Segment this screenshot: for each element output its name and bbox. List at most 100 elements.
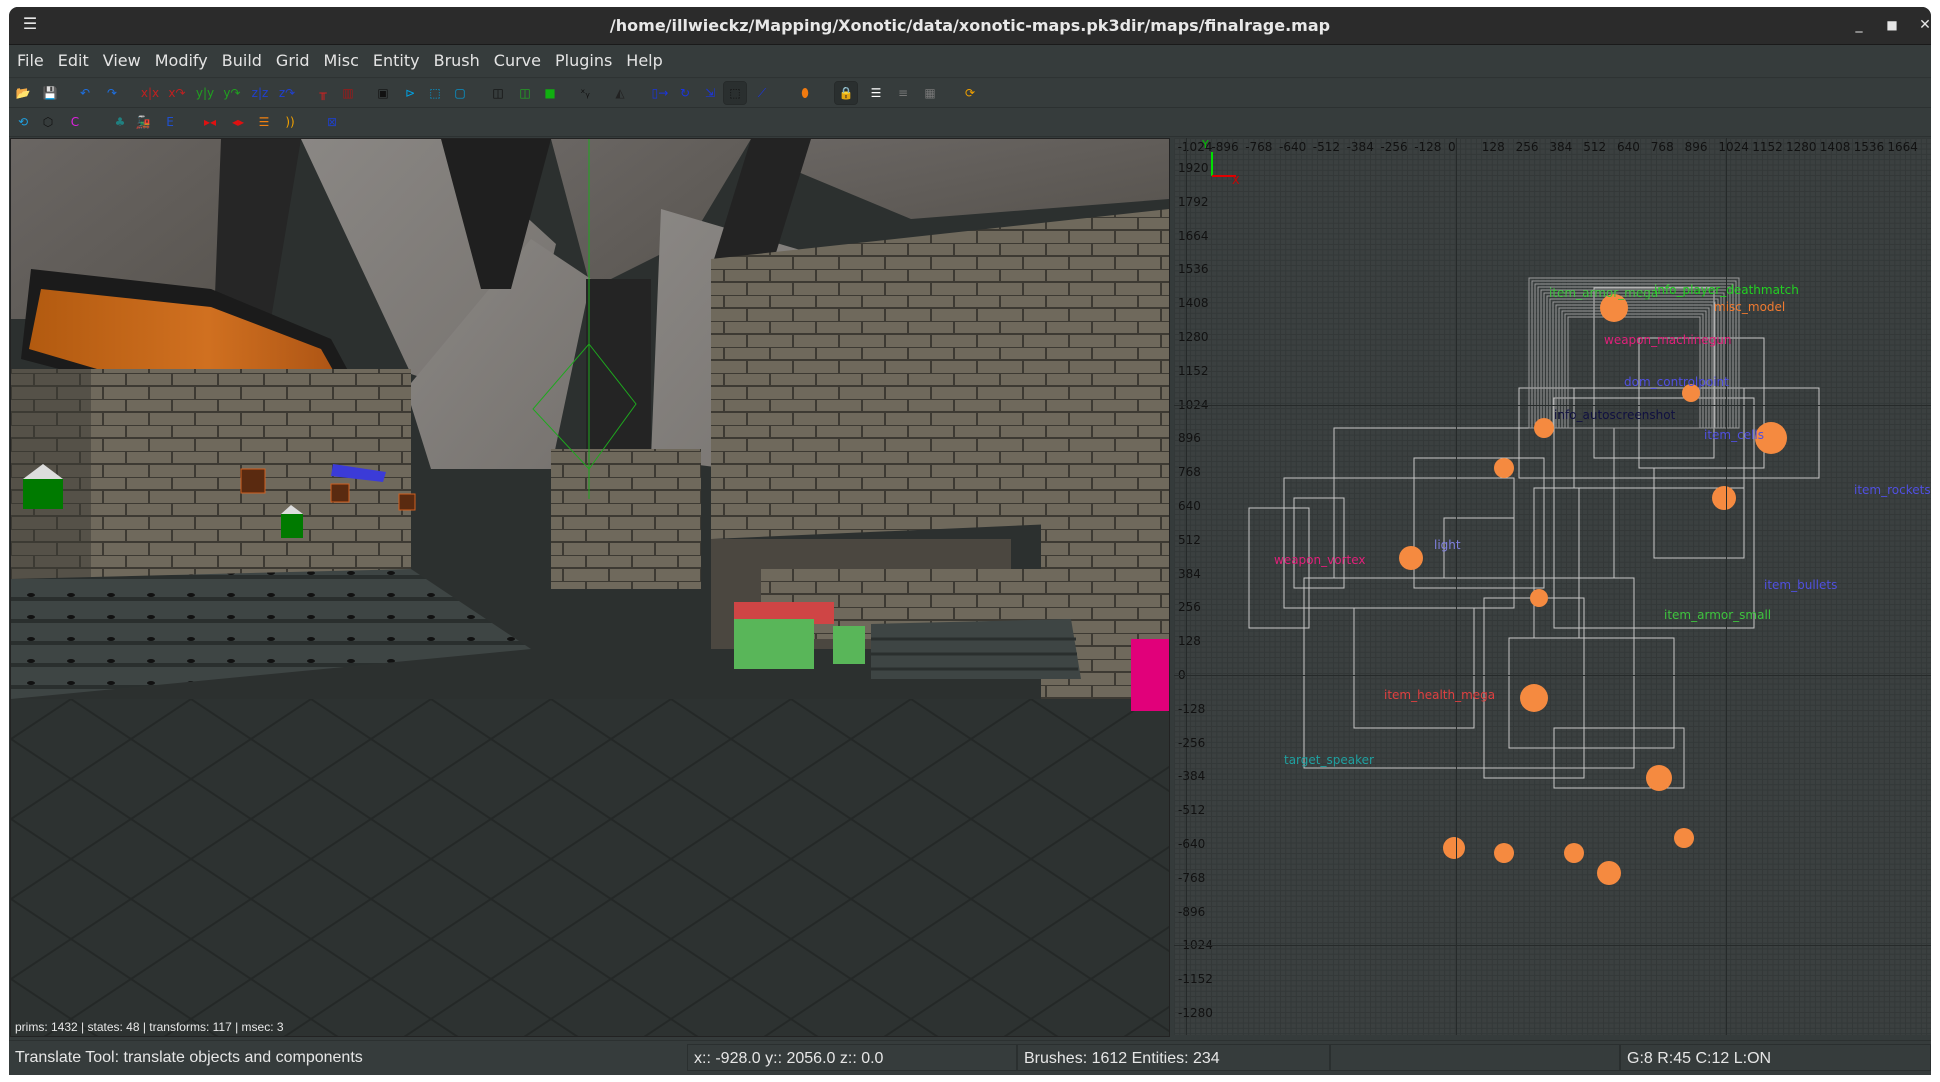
- mirror-out-icon[interactable]: ◂▸: [227, 111, 249, 133]
- x-ruler-tick: 640: [1617, 140, 1640, 154]
- menu-brush[interactable]: Brush: [427, 45, 487, 77]
- light-entity-marker: [1530, 589, 1548, 607]
- maximize-button[interactable]: ■: [1880, 14, 1904, 36]
- select-complete-icon[interactable]: ▢: [449, 82, 471, 104]
- light-entity-marker: [1646, 765, 1672, 791]
- rotate-y-icon[interactable]: y↷: [221, 82, 243, 104]
- window-title: /home/illwieckz/Mapping/Xonotic/data/xon…: [609, 16, 1331, 35]
- endcap-icon[interactable]: )): [279, 111, 301, 133]
- secondary-toolbar: ⟲ ⬡ C ♣ 🚂 E ▸◂ ◂▸ ☰)) ⊠: [9, 108, 1931, 137]
- entity-label: item_armor_mega: [1549, 286, 1659, 300]
- patch-icon[interactable]: ⬮: [794, 82, 816, 104]
- reload-icon[interactable]: ⟲: [12, 111, 34, 133]
- clipper-icon[interactable]: ◭: [609, 82, 631, 104]
- major-gridline: [1174, 675, 1931, 676]
- cursor-coordinates: x:: -928.0 y:: 2056.0 z:: 0.0: [687, 1044, 1017, 1071]
- y-ruler-tick: -128: [1178, 701, 1206, 716]
- camera-scene: [11, 139, 1169, 1036]
- menu-file[interactable]: File: [9, 45, 51, 77]
- minimize-button[interactable]: _: [1847, 14, 1871, 36]
- y-ruler-tick: 1920: [1178, 161, 1209, 175]
- entity-label: item_armor_small: [1664, 608, 1772, 622]
- menu-modify[interactable]: Modify: [148, 45, 215, 77]
- redo-icon[interactable]: ↷: [101, 82, 123, 104]
- select-partial-icon[interactable]: ⬚: [424, 82, 446, 104]
- texture-lock-icon[interactable]: 🔒: [834, 81, 858, 105]
- select-touching-icon[interactable]: ⊳: [399, 82, 421, 104]
- menu-edit[interactable]: Edit: [51, 45, 96, 77]
- surface-inspector-icon[interactable]: ≡: [892, 82, 914, 104]
- status-bar: Translate Tool: translate objects and co…: [9, 1040, 1931, 1075]
- light-entity-marker: [1564, 843, 1584, 863]
- menu-help[interactable]: Help: [619, 45, 669, 77]
- bevel-icon[interactable]: ☰: [253, 111, 275, 133]
- y-ruler-tick: 1536: [1178, 262, 1209, 277]
- select-inside-icon[interactable]: ▣: [372, 82, 394, 104]
- y-ruler-tick: -1152: [1178, 972, 1213, 987]
- x-ruler-tick: 896: [1684, 140, 1708, 154]
- render-stats: prims: 1432 | states: 48 | transforms: 1…: [15, 1020, 284, 1034]
- rotate-icon[interactable]: ↻: [674, 82, 696, 104]
- x-ruler-tick: 128: [1481, 140, 1505, 154]
- shader-icon[interactable]: C: [64, 111, 86, 133]
- entity-label: target_speaker: [1284, 753, 1374, 767]
- x-ruler-tick: -512: [1312, 140, 1341, 154]
- entity-label: item_rockets: [1854, 483, 1931, 497]
- scale-icon[interactable]: ⇲: [699, 82, 721, 104]
- undo-icon[interactable]: ↶: [74, 82, 96, 104]
- x-ruler-tick: -384: [1346, 140, 1374, 154]
- y-ruler-tick: 640: [1178, 499, 1201, 513]
- view-texture-lock-icon[interactable]: ◫: [514, 82, 536, 104]
- entity-label: item_cells: [1704, 428, 1765, 442]
- train-icon[interactable]: 🚂: [132, 111, 154, 133]
- menu-entity[interactable]: Entity: [366, 45, 427, 77]
- entity-e-icon[interactable]: E: [159, 111, 181, 133]
- entity-label: misc_model: [1714, 300, 1786, 314]
- flip-x-icon[interactable]: x|x: [139, 82, 161, 104]
- tool-hint: Translate Tool: translate objects and co…: [15, 1049, 363, 1066]
- y-ruler-tick: 1280: [1178, 330, 1209, 344]
- hexagon-icon[interactable]: ⬡: [37, 111, 59, 133]
- csg-merge-icon[interactable]: ▥: [337, 82, 359, 104]
- x-ruler-tick: 256: [1515, 140, 1539, 154]
- y-ruler-tick: 768: [1178, 465, 1201, 480]
- y-ruler-tick: -896: [1178, 904, 1206, 919]
- y-ruler-tick: 256: [1178, 600, 1201, 615]
- entity-list-icon[interactable]: ☰: [865, 82, 887, 104]
- menu-curve[interactable]: Curve: [487, 45, 548, 77]
- skew-icon[interactable]: ⟋: [751, 82, 773, 104]
- close-button[interactable]: ✕: [1913, 14, 1931, 36]
- menu-misc[interactable]: Misc: [317, 45, 366, 77]
- y-axis-label: Y: [1202, 138, 1209, 151]
- view-change-icon[interactable]: ˣᵧ: [574, 82, 596, 104]
- texture-browser-icon[interactable]: ▦: [919, 82, 941, 104]
- rotate-z-icon[interactable]: z↷: [276, 82, 298, 104]
- view-cubic-clip-icon[interactable]: ◫: [487, 82, 509, 104]
- brush-outline: [1638, 337, 1765, 469]
- csg-subtract-icon[interactable]: ╥: [312, 82, 334, 104]
- mirror-in-icon[interactable]: ▸◂: [199, 111, 221, 133]
- xy-ortho-viewport[interactable]: -1024 -896 -768 -640 -512 -384 -256 -128 0 128 256…: [1174, 138, 1931, 1035]
- main-toolbar: 📂 💾 ↶ ↷ x|x x↷ y|y y↷ z|z z↷ ╥ ▥ ▣ ⊳ ⬚ ▢ ◫ ◫ ■ ˣᵧ ◭ ▯→ ↻ ⇲ ⬚ ⟋ ⬮ 🔒 ☰…: [9, 79, 1931, 108]
- entity-label: info_autoscreenshot: [1554, 408, 1676, 422]
- menu-grid[interactable]: Grid: [269, 45, 317, 77]
- bounds-icon[interactable]: ⊠: [321, 111, 343, 133]
- menu-plugins[interactable]: Plugins: [548, 45, 619, 77]
- rotate-x-icon[interactable]: x↷: [166, 82, 188, 104]
- menu-bar: File Edit View Modify Build Grid Misc Entity Bru…: [9, 45, 1931, 78]
- flip-z-icon[interactable]: z|z: [249, 82, 271, 104]
- menu-view[interactable]: View: [96, 45, 148, 77]
- x-ruler-tick: 1280: [1786, 140, 1817, 154]
- tree-icon[interactable]: ♣: [109, 111, 131, 133]
- x-ruler-tick: 512: [1583, 140, 1607, 154]
- y-ruler-tick: -768: [1178, 870, 1206, 885]
- view-solid-icon[interactable]: ■: [539, 82, 561, 104]
- resize-icon[interactable]: ⬚: [723, 81, 747, 105]
- open-icon[interactable]: 📂: [12, 82, 34, 104]
- save-icon[interactable]: 💾: [39, 82, 61, 104]
- flip-y-icon[interactable]: y|y: [194, 82, 216, 104]
- menu-build[interactable]: Build: [215, 45, 269, 77]
- translate-icon[interactable]: ▯→: [649, 82, 671, 104]
- refresh-models-icon[interactable]: ⟳: [959, 82, 981, 104]
- camera-viewport[interactable]: prims: 1432 | states: 48 | transforms: 1…: [10, 138, 1170, 1037]
